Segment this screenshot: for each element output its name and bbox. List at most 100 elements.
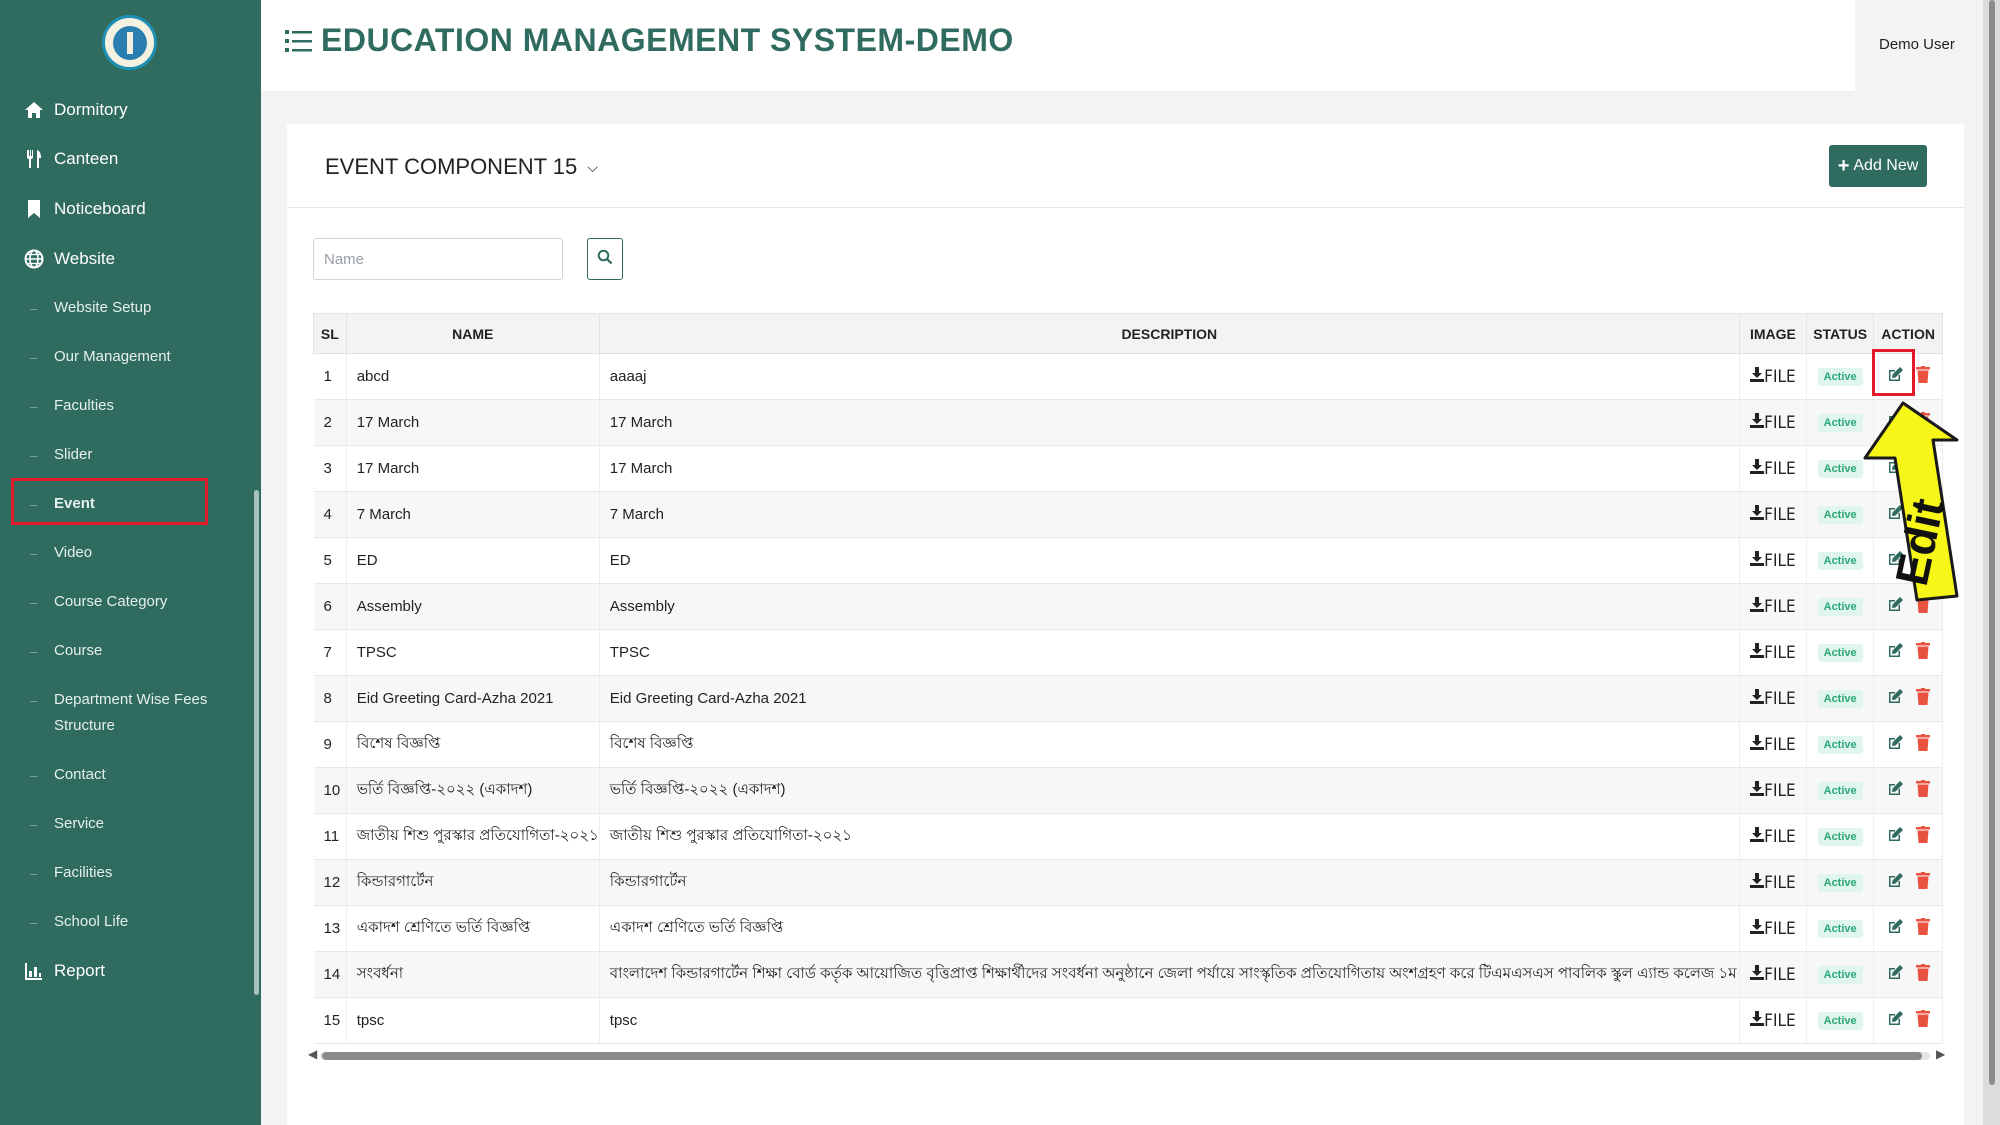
delete-icon[interactable] [1915, 826, 1930, 847]
status-badge: Active [1817, 690, 1863, 708]
sidebar-item-website[interactable]: Website [0, 239, 261, 279]
file-label: FILE [1764, 688, 1796, 709]
sidebar-sub-website-setup[interactable]: – Website Setup [0, 290, 240, 326]
scroll-thumb[interactable] [322, 1052, 1922, 1060]
user-menu[interactable]: Demo User [1855, 0, 1983, 91]
file-label: FILE [1764, 918, 1796, 939]
table-horizontal-scrollbar[interactable]: ◀ ▶ [308, 1047, 1945, 1061]
sidebar-item-canteen[interactable]: Canteen [0, 139, 261, 179]
sidebar-sub-school-life[interactable]: – School Life [0, 904, 240, 940]
file-label: FILE [1764, 504, 1796, 525]
file-download-link[interactable]: FILE [1750, 826, 1796, 847]
file-download-link[interactable]: FILE [1750, 550, 1796, 571]
sidebar-item-report[interactable]: Report [0, 951, 261, 991]
table-row: 1 abcd aaaaj FILE Active [313, 353, 1943, 400]
file-download-link[interactable]: FILE [1750, 366, 1796, 387]
download-icon [1750, 826, 1765, 847]
page-scrollbar[interactable] [1983, 0, 2000, 1125]
download-icon [1750, 366, 1765, 387]
file-download-link[interactable]: FILE [1750, 734, 1796, 755]
sidebar-sub-contact[interactable]: – Contact [0, 757, 240, 793]
row-description: বিশেষ বিজ্ঞপ্তি [599, 721, 1740, 768]
table-row: 47 March 7 March FILE Active [313, 491, 1943, 538]
file-download-link[interactable]: FILE [1750, 642, 1796, 663]
edit-icon[interactable] [1887, 964, 1904, 985]
status-badge: Active [1817, 828, 1863, 846]
download-icon [1750, 734, 1765, 755]
scroll-left-arrow-icon[interactable]: ◀ [308, 1047, 317, 1061]
status-badge: Active [1817, 368, 1863, 386]
sidebar-item-noticeboard[interactable]: Noticeboard [0, 189, 261, 229]
file-label: FILE [1764, 596, 1796, 617]
delete-icon[interactable] [1915, 642, 1930, 663]
col-status: STATUS [1806, 313, 1875, 354]
delete-icon[interactable] [1915, 918, 1930, 939]
scroll-right-arrow-icon[interactable]: ▶ [1936, 1047, 1945, 1061]
delete-icon[interactable] [1915, 734, 1930, 755]
col-name: NAME [345, 313, 600, 354]
sidebar-sub-slider[interactable]: – Slider [0, 437, 240, 473]
sidebar-sub-course-category[interactable]: – Course Category [0, 584, 240, 620]
fork-knife-icon [24, 149, 44, 169]
file-download-link[interactable]: FILE [1750, 918, 1796, 939]
sidebar-sub-faculties[interactable]: – Faculties [0, 388, 240, 424]
file-download-link[interactable]: FILE [1750, 964, 1796, 985]
download-icon [1750, 550, 1765, 571]
sidebar-sub-our-management[interactable]: – Our Management [0, 339, 240, 375]
edit-icon[interactable] [1887, 688, 1904, 709]
sidebar-sub-video[interactable]: – Video [0, 535, 240, 571]
delete-icon[interactable] [1915, 366, 1930, 387]
edit-icon[interactable] [1887, 918, 1904, 939]
download-icon [1750, 504, 1765, 525]
delete-icon[interactable] [1915, 688, 1930, 709]
row-sl: 13 [313, 905, 347, 952]
file-download-link[interactable]: FILE [1750, 872, 1796, 893]
list-menu-icon[interactable] [285, 28, 313, 54]
download-icon [1750, 918, 1765, 939]
col-sl: SL [313, 313, 347, 354]
delete-icon[interactable] [1915, 964, 1930, 985]
delete-icon[interactable] [1915, 1010, 1930, 1031]
file-download-link[interactable]: FILE [1750, 458, 1796, 479]
edit-icon[interactable] [1887, 826, 1904, 847]
row-description: Eid Greeting Card-Azha 2021 [599, 675, 1740, 722]
edit-icon[interactable] [1887, 780, 1904, 801]
search-button[interactable] [587, 238, 623, 280]
sidebar-sub-course[interactable]: – Course [0, 633, 240, 669]
name-search-input[interactable] [313, 238, 563, 280]
row-name: ED [346, 537, 600, 584]
delete-icon[interactable] [1915, 780, 1930, 801]
row-name: একাদশ শ্রেণিতে ভর্তি বিজ্ঞপ্তি [346, 905, 600, 952]
sidebar-sub-label: Faculties [54, 397, 115, 414]
table-row: 3 17 March 17 March FILE Active [313, 445, 1943, 492]
sidebar-item-dormitory[interactable]: Dormitory [0, 90, 261, 130]
sidebar-sub-department-fees[interactable]: – Department Wise Fees Structure [0, 687, 240, 739]
table-row: 5 ED ED FILE Active [313, 537, 1943, 584]
sidebar-sub-label: Course Category [54, 593, 168, 610]
download-icon [1750, 596, 1765, 617]
file-download-link[interactable]: FILE [1750, 688, 1796, 709]
file-label: FILE [1764, 1010, 1796, 1031]
sidebar-sub-facilities[interactable]: – Facilities [0, 855, 240, 891]
card-header: EVENT COMPONENT 15 ⌵ + Add New [287, 124, 1964, 208]
school-logo[interactable] [102, 15, 157, 70]
add-new-button[interactable]: + Add New [1829, 145, 1927, 187]
sidebar-scrollbar[interactable] [254, 490, 259, 995]
file-download-link[interactable]: FILE [1750, 780, 1796, 801]
delete-icon[interactable] [1915, 872, 1930, 893]
edit-icon[interactable] [1887, 642, 1904, 663]
sidebar-item-label: Dormitory [54, 100, 128, 119]
edit-icon[interactable] [1887, 1010, 1904, 1031]
sidebar-sub-label: Department Wise Fees Structure [54, 691, 208, 734]
edit-highlight-box [1872, 349, 1915, 396]
status-badge: Active [1817, 736, 1863, 754]
file-download-link[interactable]: FILE [1750, 596, 1796, 617]
file-download-link[interactable]: FILE [1750, 412, 1796, 433]
file-download-link[interactable]: FILE [1750, 1010, 1796, 1031]
edit-icon[interactable] [1887, 872, 1904, 893]
component-dropdown[interactable]: EVENT COMPONENT 15 ⌵ [325, 154, 598, 180]
file-download-link[interactable]: FILE [1750, 504, 1796, 525]
edit-icon[interactable] [1887, 734, 1904, 755]
sidebar-sub-service[interactable]: – Service [0, 806, 240, 842]
row-description: 17 March [599, 445, 1740, 492]
